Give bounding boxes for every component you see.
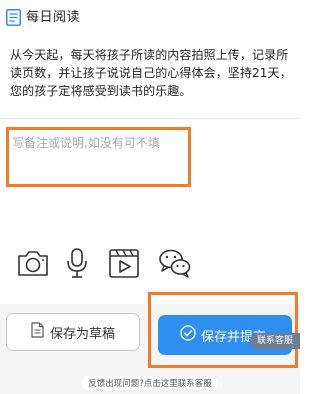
customer-service-tab[interactable]: 联系客服 — [250, 333, 300, 349]
camera-icon — [16, 249, 50, 277]
divider — [0, 118, 300, 119]
wechat-icon — [158, 248, 192, 278]
video-icon — [108, 247, 140, 279]
wechat-button[interactable] — [157, 246, 193, 280]
save-draft-button[interactable]: 保存为草稿 — [6, 313, 140, 351]
document-icon — [31, 322, 44, 342]
camera-button[interactable] — [15, 246, 51, 280]
note-input[interactable] — [6, 127, 191, 187]
microphone-icon — [65, 247, 89, 279]
media-toolbar — [0, 246, 300, 280]
intro-text: 从今天起，每天将孩子所读的内容拍照上传，记录所读页数，并让孩子说说自己的心得体会… — [10, 48, 292, 98]
check-circle-icon — [180, 325, 196, 345]
save-draft-label: 保存为草稿 — [49, 326, 115, 342]
daily-reading-screen: 每日阅读 从今天起，每天将孩子所读的内容拍照上传，记录所读页数，并让孩子说说自己… — [0, 0, 300, 394]
feedback-link[interactable]: 反馈出现问题?点击这里联系客服 — [82, 376, 218, 390]
feedback-bar: 反馈出现问题?点击这里联系客服 — [0, 371, 300, 390]
voice-button[interactable] — [59, 246, 95, 280]
video-button[interactable] — [106, 246, 142, 280]
book-note-icon — [6, 9, 21, 26]
page-title: 每日阅读 — [26, 10, 81, 25]
header: 每日阅读 — [0, 0, 300, 34]
